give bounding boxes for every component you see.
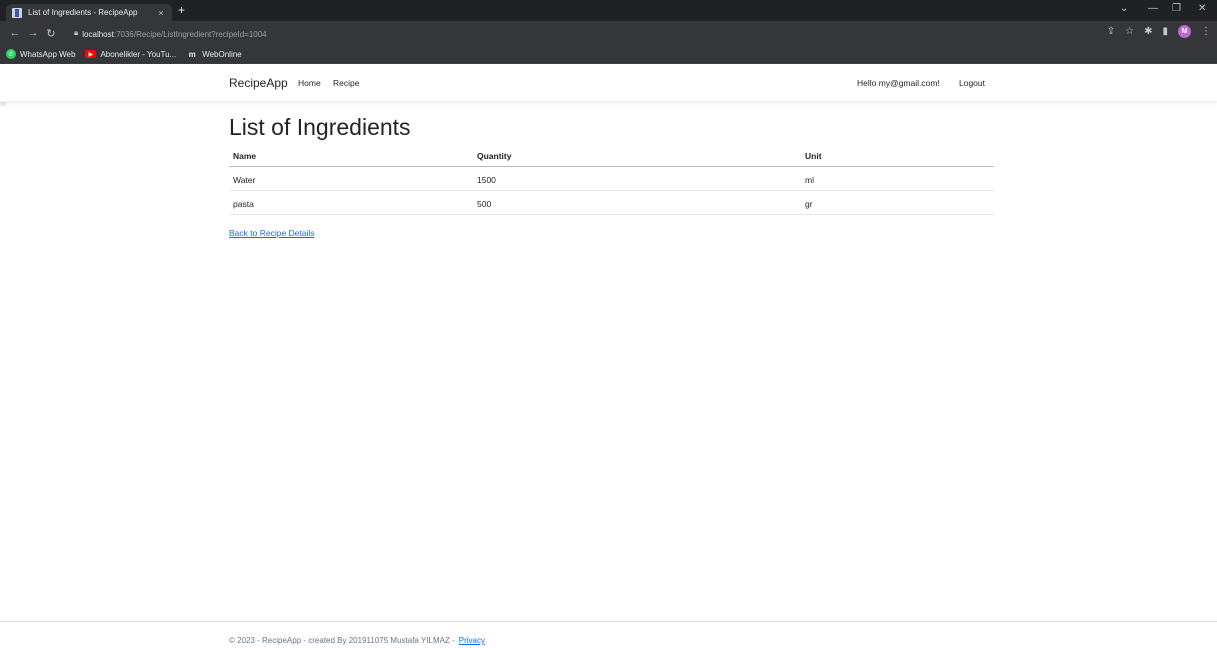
- profile-avatar[interactable]: M: [1178, 25, 1191, 38]
- header-name: Name: [233, 151, 257, 161]
- table-row: pasta 500 gr: [229, 191, 994, 215]
- share-icon[interactable]: ⇪: [1107, 26, 1115, 37]
- cell-name: pasta: [233, 199, 254, 209]
- side-panel-icon[interactable]: ▮: [1162, 26, 1168, 37]
- table-row: Water 1500 ml: [229, 167, 994, 191]
- cell-quantity: 1500: [477, 175, 496, 185]
- cell-name: Water: [233, 175, 256, 185]
- extensions-puzzle-icon[interactable]: ✱: [1144, 26, 1152, 37]
- menu-kebab-icon[interactable]: ⋮: [1201, 26, 1211, 37]
- footer-copyright: © 2023 - RecipeApp - created By 20191107…: [229, 636, 455, 645]
- window-close-icon[interactable]: ✕: [1198, 3, 1206, 14]
- page-viewport: RecipeApp Home Recipe Hello my@gmail.com…: [0, 64, 1217, 648]
- nav-home-link[interactable]: Home: [298, 78, 321, 88]
- browser-tabstrip: List of Ingredients - RecipeApp × + ⌄ — …: [0, 0, 1217, 21]
- bookmarks-bar: ✆ WhatsApp Web ▶ Abonelikler - YouTu... …: [0, 45, 1217, 64]
- app-navbar: RecipeApp Home Recipe Hello my@gmail.com…: [0, 64, 1217, 102]
- tab-search-chevron-icon[interactable]: ⌄: [1120, 3, 1128, 14]
- footer: © 2023 - RecipeApp - created By 20191107…: [0, 621, 1217, 648]
- reload-icon[interactable]: ↻: [42, 27, 60, 40]
- webonline-icon: m: [188, 49, 196, 59]
- restore-icon[interactable]: ❐: [1172, 3, 1181, 14]
- forward-arrow-icon[interactable]: →: [24, 27, 42, 39]
- cell-quantity: 500: [477, 199, 492, 209]
- address-bar[interactable]: localhost:7036/Recipe/ListIngredient?rec…: [82, 24, 266, 42]
- back-arrow-icon[interactable]: ←: [6, 27, 24, 39]
- brand-link[interactable]: RecipeApp: [229, 76, 288, 90]
- page-title: List of Ingredients: [229, 114, 411, 140]
- bookmark-label: WebOnline: [202, 49, 242, 59]
- browser-tab[interactable]: List of Ingredients - RecipeApp ×: [6, 4, 172, 21]
- bookmark-webonline[interactable]: m WebOnline: [186, 49, 242, 59]
- tab-title: List of Ingredients - RecipeApp: [28, 8, 138, 17]
- browser-toolbar: ← → ↻ 🔒︎ localhost:7036/Recipe/ListIngre…: [0, 21, 1217, 45]
- whatsapp-icon: ✆: [6, 49, 16, 59]
- ingredients-table: Name Quantity Unit Water 1500 ml pasta 5…: [229, 147, 994, 215]
- logout-link[interactable]: Logout: [959, 78, 985, 88]
- back-to-recipe-details-link[interactable]: Back to Recipe Details: [229, 228, 315, 238]
- tab-close-icon[interactable]: ×: [156, 8, 166, 18]
- url-path: :7036/Recipe/ListIngredient?recipeId=100…: [113, 30, 267, 39]
- bookmark-whatsapp[interactable]: ✆ WhatsApp Web: [6, 49, 75, 59]
- bookmark-label: Abonelikler - YouTu...: [100, 49, 177, 59]
- bookmark-youtube[interactable]: ▶ Abonelikler - YouTu...: [85, 50, 176, 59]
- new-tab-button[interactable]: +: [178, 4, 185, 16]
- nav-recipe-link[interactable]: Recipe: [333, 78, 359, 88]
- cell-unit: gr: [805, 199, 813, 209]
- minimize-icon[interactable]: —: [1148, 3, 1158, 14]
- lock-icon[interactable]: 🔒︎: [74, 28, 78, 38]
- header-unit: Unit: [805, 151, 822, 161]
- bookmark-label: WhatsApp Web: [20, 49, 76, 59]
- header-quantity: Quantity: [477, 151, 512, 161]
- footer-text: © 2023 - RecipeApp - created By 20191107…: [229, 636, 485, 645]
- user-greeting-link[interactable]: Hello my@gmail.com!: [857, 78, 940, 88]
- privacy-link[interactable]: Privacy: [459, 636, 485, 645]
- youtube-icon: ▶: [85, 50, 97, 58]
- cell-unit: ml: [805, 175, 814, 185]
- toolbar-actions: ⇪ ☆ ✱ ▮ M ⋮: [1107, 25, 1211, 38]
- star-bookmark-icon[interactable]: ☆: [1125, 26, 1134, 37]
- table-header-row: Name Quantity Unit: [229, 147, 994, 167]
- page-favicon-icon: [12, 7, 22, 18]
- url-host: localhost: [82, 30, 114, 39]
